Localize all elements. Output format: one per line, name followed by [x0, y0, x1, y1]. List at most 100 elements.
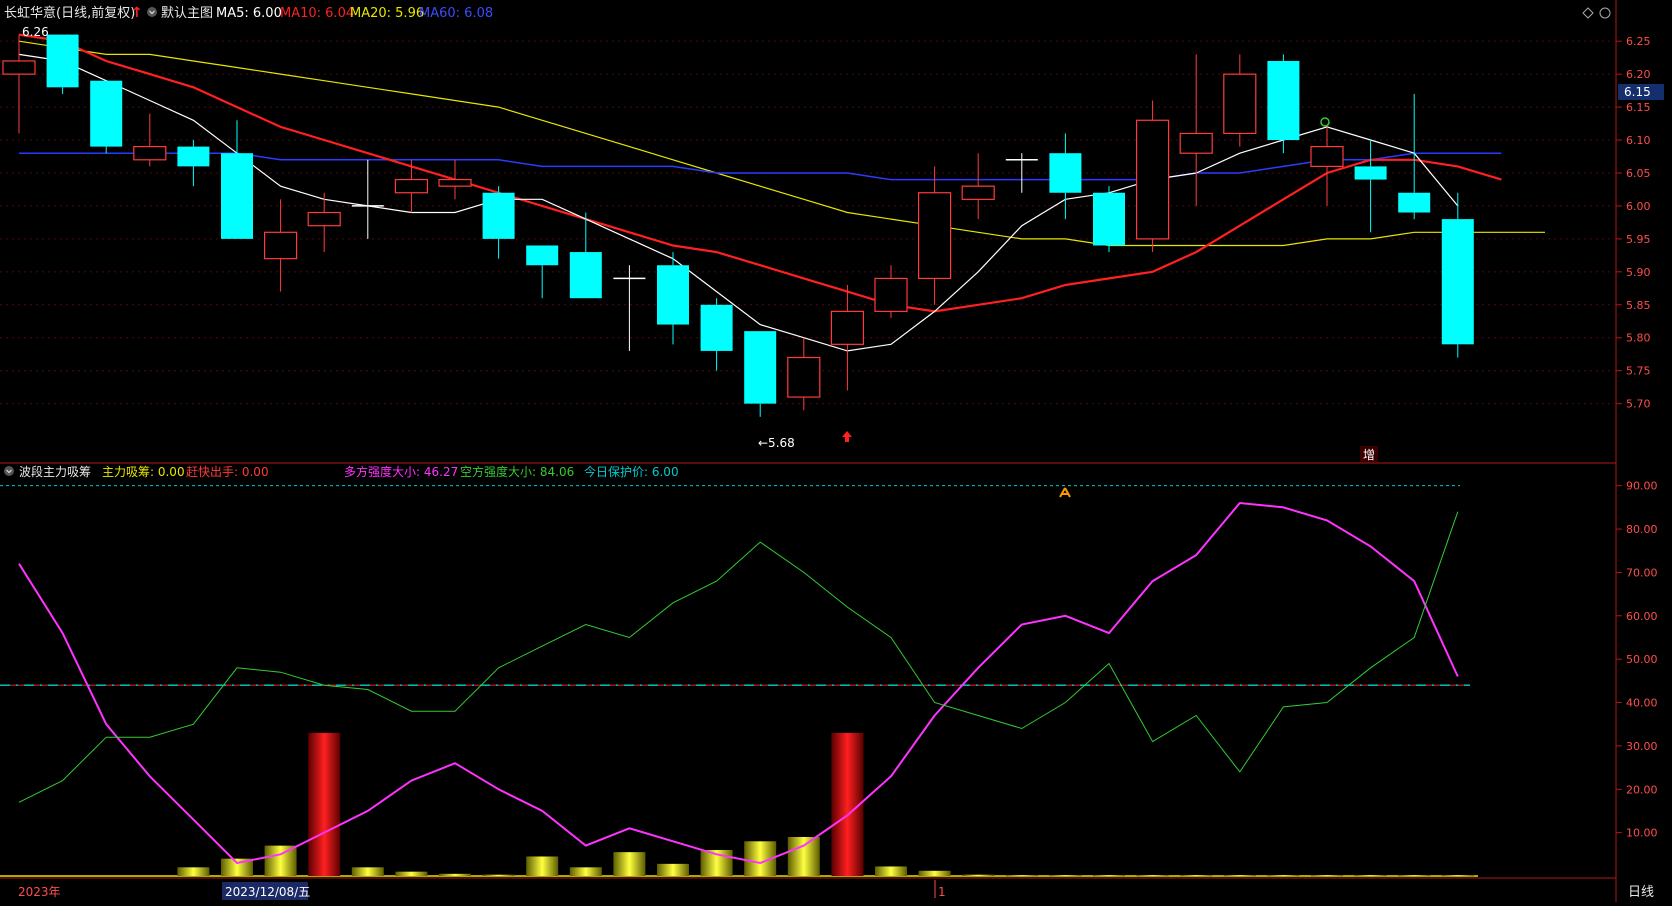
candle-body-down [1093, 192, 1125, 246]
absorb-bar [962, 874, 995, 876]
candle-body-down [1267, 60, 1300, 141]
absorb-bar [569, 867, 602, 876]
escape-label: 赶快出手: 0.00 [186, 465, 269, 479]
absorb-bar [1398, 875, 1431, 877]
absorb-bar [1180, 875, 1213, 877]
stock-chart-window: 6.25 6.20 6.15 6.10 6.05 6.00 5.95 5.90 5.85 5.80… [0, 0, 1672, 902]
month-label: 1 [938, 885, 946, 899]
price-tick-label: 6.25 [1626, 35, 1651, 48]
absorb-bar [1311, 875, 1343, 877]
indicator-tick-label: 60.00 [1626, 610, 1658, 623]
ma20-label: MA20: 5.96 [350, 6, 424, 21]
current-price-value: 6.15 [1624, 85, 1651, 99]
absorb-bar [1049, 875, 1082, 877]
absorb-bar [1223, 875, 1256, 877]
absorb-bar [613, 852, 646, 876]
candle [1135, 100, 1170, 253]
candle-body-down [177, 146, 210, 167]
candle-body-down [700, 304, 733, 351]
absorb-bar [1093, 875, 1125, 877]
indicator-tick-label: 30.00 [1626, 740, 1658, 753]
candle-body-down [1354, 166, 1387, 180]
absorb-bar [1441, 875, 1474, 877]
up-arrow-icon: ↑ [131, 5, 143, 21]
candle-body-up [394, 178, 428, 194]
candle-body-down [1049, 153, 1082, 193]
escape-bar [308, 732, 341, 876]
high-price-label: 6.26 [22, 25, 49, 39]
candle [90, 80, 123, 154]
price-tick-label: 5.95 [1626, 233, 1651, 246]
candle-body-down [46, 34, 79, 88]
absorb-bar [657, 863, 689, 876]
ma10-label: MA10: 6.04 [280, 6, 354, 21]
candle-body-up [133, 146, 167, 161]
indicator-chevron-icon[interactable] [4, 466, 14, 476]
date-cursor-label: 2023/12/08/五 [225, 885, 310, 899]
absorb-bar [1005, 875, 1038, 877]
price-tick-label: 5.85 [1626, 299, 1651, 312]
candle-body-down [657, 265, 689, 325]
price-tick-label: 5.90 [1626, 266, 1651, 279]
candle-body-up [1179, 132, 1213, 154]
candle-body-down [744, 331, 777, 404]
ma60-label: MA60: 6.08 [419, 6, 493, 21]
candle-body-down [482, 192, 515, 239]
indicator-tick-label: 80.00 [1626, 523, 1658, 536]
candle-body-up [307, 211, 341, 227]
price-tick-label: 5.80 [1626, 332, 1651, 345]
absorb-bar [526, 856, 559, 876]
low-price-label: ←5.68 [758, 436, 795, 450]
absorb-bar [918, 870, 951, 876]
absorb-bar [482, 874, 515, 876]
absorb-label: 主力吸筹: 0.00 [102, 465, 185, 479]
candle-body-up [874, 277, 908, 312]
candle [46, 34, 79, 94]
price-tick-label: 6.00 [1626, 200, 1651, 213]
absorb-bar [439, 873, 471, 876]
candle-body-up [787, 356, 821, 398]
candle-body-up [1310, 146, 1344, 167]
period-label[interactable]: 日线 [1628, 885, 1654, 900]
indicator-tick-label: 90.00 [1626, 480, 1658, 493]
candle-body-down [569, 252, 602, 299]
indicator-tick-label: 40.00 [1626, 697, 1658, 710]
stock-title: 长虹华意(日线,前复权) [4, 5, 135, 21]
candle-body-up [1223, 73, 1257, 135]
candle-body-down [526, 245, 559, 266]
ma5-label: MA5: 6.00 [216, 6, 282, 21]
absorb-bar [1267, 875, 1300, 877]
absorb-bar [395, 871, 428, 876]
absorb-bar [1354, 875, 1387, 877]
bear-strength-label: 空方强度大小: 84.06 [460, 464, 574, 479]
candle-body-up [264, 231, 298, 260]
candle-body-up [917, 192, 952, 280]
candle-body-down [221, 153, 253, 239]
candle-body-down [1441, 219, 1474, 345]
main-indicator-selector[interactable]: 默认主图 [161, 5, 213, 21]
candle-body-up [438, 178, 472, 187]
protect-price-label: 今日保护价: 6.00 [584, 464, 679, 479]
indicator-name[interactable]: 波段主力吸筹 [19, 464, 91, 479]
absorb-bar [1136, 875, 1169, 877]
price-tick-label: 5.75 [1626, 365, 1651, 378]
candle-body-up [2, 60, 36, 75]
absorb-bar [264, 845, 297, 876]
chart-canvas[interactable]: 6.25 6.20 6.15 6.10 6.05 6.00 5.95 5.90 5.85 5.80… [0, 0, 1672, 902]
chevron-down-icon[interactable] [147, 7, 157, 17]
candle-body-down [90, 80, 123, 147]
candle-body-up [830, 310, 865, 345]
bull-strength-label: 多方强度大小: 46.27 [344, 464, 458, 479]
year-label: 2023年 [18, 885, 61, 899]
price-tick-label: 6.15 [1626, 101, 1651, 114]
indicator-tick-label: 20.00 [1626, 783, 1658, 796]
absorb-bar [787, 836, 820, 876]
price-tick-label: 6.05 [1626, 167, 1651, 180]
candle [1267, 54, 1300, 154]
indicator-tick-label: 70.00 [1626, 566, 1658, 579]
price-tick-label: 5.70 [1626, 398, 1651, 411]
indicator-tick-label: 50.00 [1626, 653, 1658, 666]
absorb-bar [875, 866, 907, 876]
zeng-label: 增 [1363, 448, 1375, 462]
absorb-bar [177, 867, 210, 876]
